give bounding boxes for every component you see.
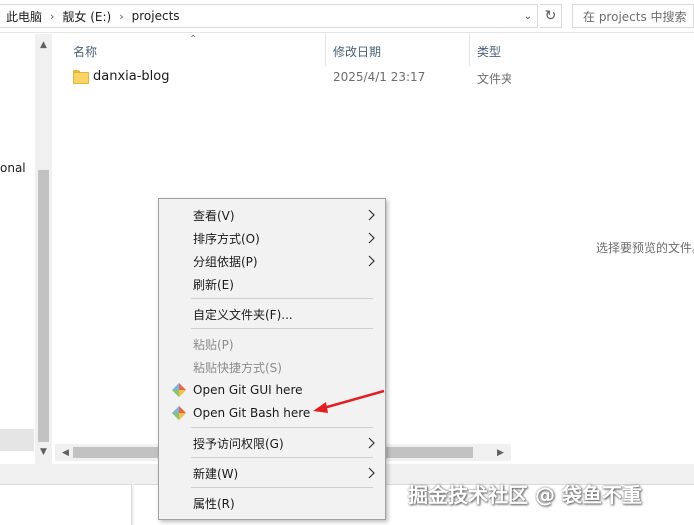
column-divider[interactable]: [469, 34, 470, 66]
nav-vertical-scrollbar[interactable]: ▲ ▼: [35, 34, 52, 464]
menu-item-label: 刷新(E): [193, 277, 234, 292]
chevron-right-icon: [368, 255, 375, 267]
chevron-right-icon: [368, 209, 375, 221]
menu-item-label: 排序方式(O): [193, 231, 260, 246]
menu-item-label: 属性(R): [193, 496, 235, 511]
menu-item-sort-by[interactable]: 排序方式(O): [161, 227, 383, 249]
folder-icon: [73, 70, 89, 84]
menu-item-properties[interactable]: 属性(R): [161, 492, 383, 514]
status-panel-left: [0, 484, 132, 525]
watermark: 掘金技术社区 @ 袋鱼不重: [408, 483, 642, 507]
menu-item-refresh[interactable]: 刷新(E): [161, 273, 383, 295]
menu-separator: [191, 328, 373, 329]
preview-pane: 选择要预览的文件。: [512, 34, 694, 464]
context-menu: 查看(V) 排序方式(O) 分组依据(P) 刷新(E) 自定义文件夹(F)...…: [158, 198, 386, 520]
breadcrumb[interactable]: 此电脑 › 靓女 (E:) › projects: [0, 4, 538, 28]
scroll-left-icon[interactable]: ◀: [57, 444, 74, 461]
menu-item-label: 授予访问权限(G): [193, 436, 284, 451]
file-modified: 2025/4/1 23:17: [333, 70, 426, 84]
breadcrumb-this-pc[interactable]: 此电脑: [6, 8, 42, 25]
scroll-down-icon[interactable]: ▼: [35, 443, 52, 460]
menu-item-new[interactable]: 新建(W): [161, 462, 383, 484]
menu-item-label: 新建(W): [193, 466, 239, 481]
address-bar: 此电脑 › 靓女 (E:) › projects ⌄ ↻ 在 projects …: [0, 0, 694, 33]
file-name: danxia-blog: [93, 69, 170, 84]
menu-item-customize-folder[interactable]: 自定义文件夹(F)...: [161, 303, 383, 325]
column-header-date[interactable]: 修改日期: [333, 39, 463, 63]
address-history-dropdown[interactable]: ⌄: [518, 4, 538, 28]
menu-item-paste-shortcut[interactable]: 粘贴快捷方式(S): [161, 356, 383, 378]
menu-item-label: Open Git Bash here: [193, 406, 311, 420]
menu-item-view[interactable]: 查看(V): [161, 204, 383, 226]
scroll-thumb[interactable]: [38, 170, 49, 442]
search-input[interactable]: 在 projects 中搜索: [572, 4, 694, 28]
menu-item-group-by[interactable]: 分组依据(P): [161, 250, 383, 272]
menu-item-give-access[interactable]: 授予访问权限(G): [161, 432, 383, 454]
column-header-type[interactable]: 类型: [477, 39, 511, 63]
chevron-right-icon: [368, 232, 375, 244]
annotation-arrow-icon: [313, 389, 385, 413]
menu-item-label: 分组依据(P): [193, 254, 258, 269]
menu-separator: [191, 427, 373, 428]
list-item[interactable]: danxia-blog 2025/4/1 23:17 文件夹: [55, 66, 511, 88]
nav-item-selected[interactable]: [0, 429, 34, 451]
menu-item-label: 粘贴(P): [193, 337, 234, 352]
menu-item-label: Open Git GUI here: [193, 383, 303, 397]
menu-separator: [191, 457, 373, 458]
scroll-right-icon[interactable]: ▶: [492, 444, 509, 461]
preview-message: 选择要预览的文件。: [596, 241, 694, 255]
git-bash-icon: [172, 406, 186, 420]
menu-separator: [191, 298, 373, 299]
column-header-name[interactable]: 名称: [73, 39, 323, 63]
file-type: 文件夹: [477, 72, 511, 86]
column-divider[interactable]: [325, 34, 326, 66]
refresh-button[interactable]: ↻: [540, 4, 562, 28]
chevron-right-icon: [368, 437, 375, 449]
chevron-right-icon[interactable]: ›: [50, 10, 54, 23]
chevron-down-icon: ⌄: [523, 10, 533, 22]
breadcrumb-drive-e[interactable]: 靓女 (E:): [62, 8, 111, 25]
breadcrumb-projects[interactable]: projects: [132, 9, 180, 23]
menu-item-label: 粘贴快捷方式(S): [193, 360, 282, 375]
chevron-right-icon[interactable]: ›: [119, 10, 123, 23]
menu-separator: [191, 487, 373, 488]
menu-item-label: 自定义文件夹(F)...: [193, 307, 293, 322]
refresh-icon: ↻: [544, 8, 557, 24]
scroll-up-icon[interactable]: ▲: [35, 36, 52, 53]
menu-item-label: 查看(V): [193, 208, 235, 223]
git-gui-icon: [172, 383, 186, 397]
menu-item-paste[interactable]: 粘贴(P): [161, 333, 383, 355]
chevron-right-icon: [368, 467, 375, 479]
nav-item-label[interactable]: onal: [0, 161, 26, 175]
